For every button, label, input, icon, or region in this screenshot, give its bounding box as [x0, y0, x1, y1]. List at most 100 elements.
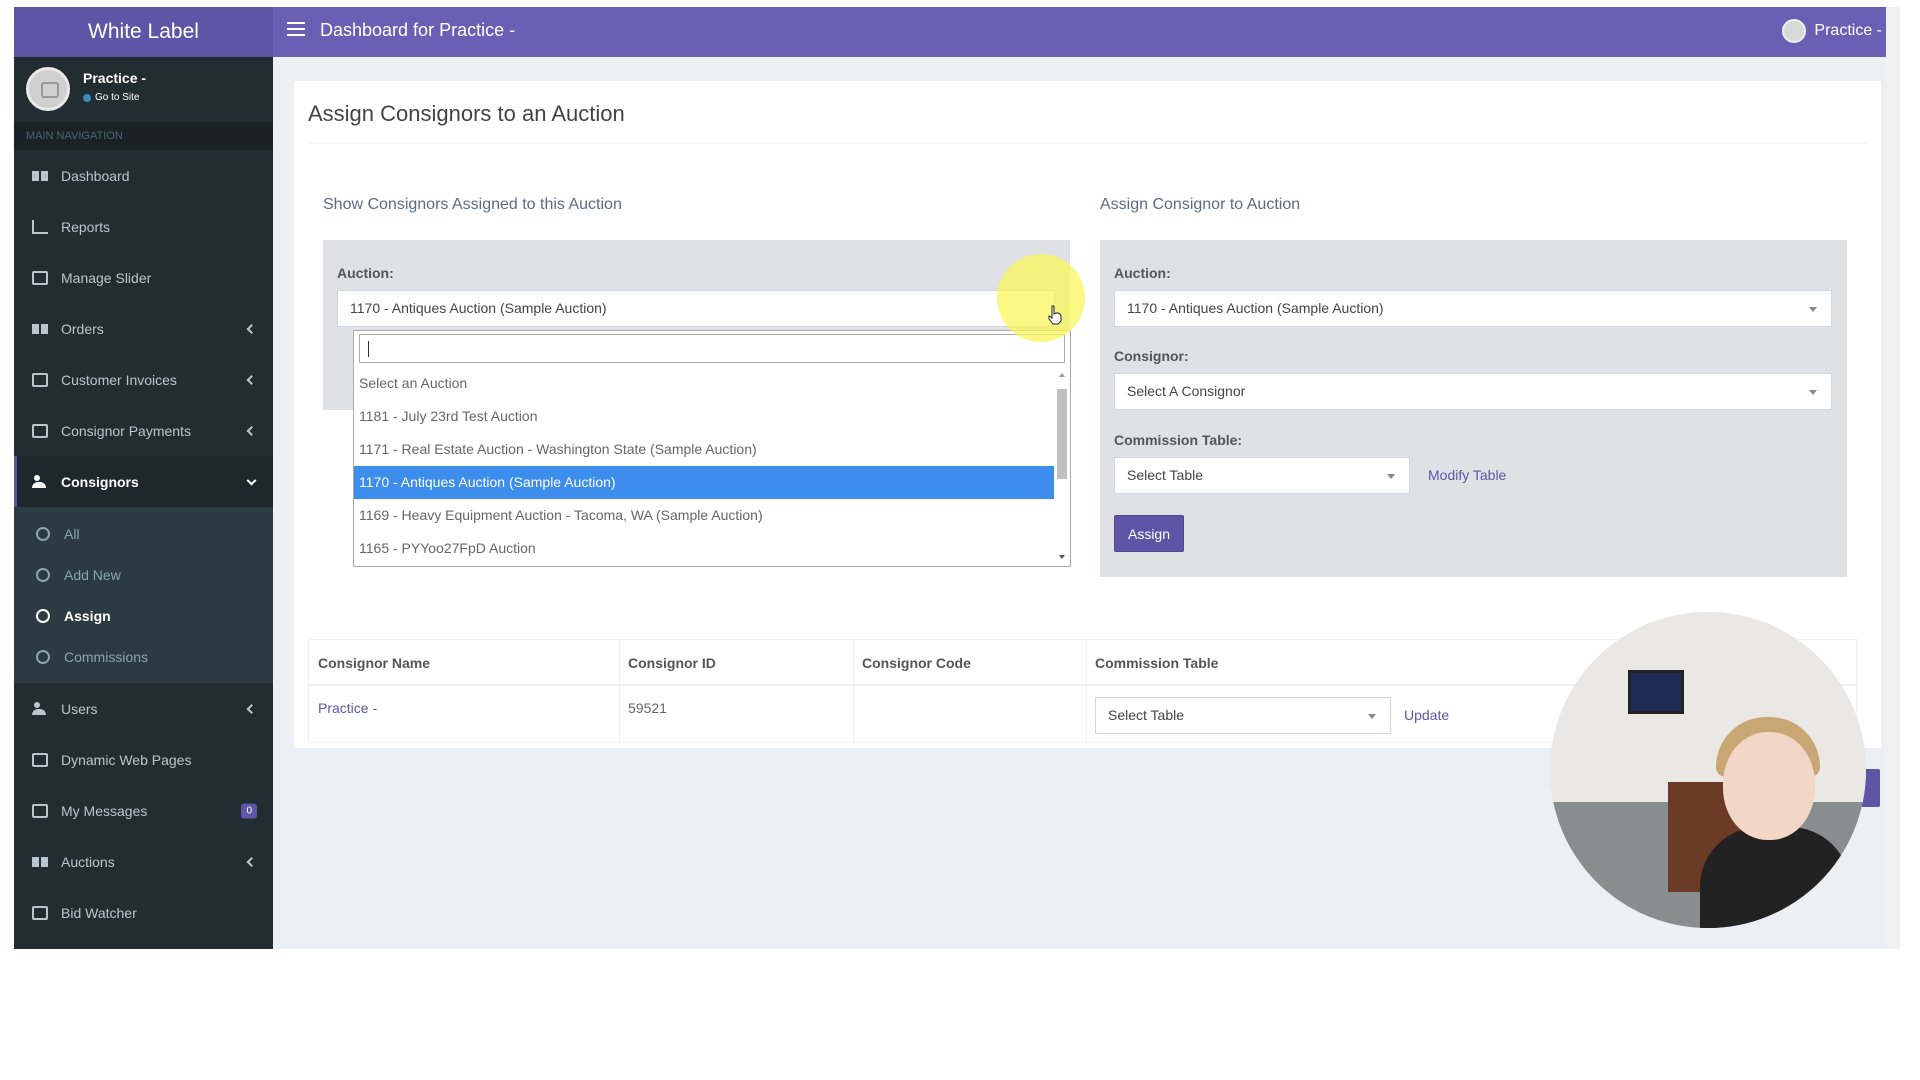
user-avatar-icon: [1782, 19, 1807, 43]
page-title: Assign Consignors to an Auction: [308, 101, 625, 126]
page-header-title: Dashboard for Practice -: [320, 20, 516, 40]
circle-icon: [36, 649, 50, 664]
webcam-wall: [1550, 612, 1866, 802]
sidebar-item-users[interactable]: Users: [14, 683, 273, 734]
sidebar-item-label: Manage Slider: [61, 269, 152, 286]
commission-table-select-value: Select Table: [1127, 467, 1204, 483]
sidebar-item-label: Orders: [61, 320, 104, 337]
user-menu[interactable]: Practice -: [1782, 19, 1882, 43]
right-auction-select[interactable]: 1170 - Antiques Auction (Sample Auction): [1114, 290, 1832, 327]
modify-table-link[interactable]: Modify Table: [1428, 467, 1506, 483]
dropdown-option[interactable]: 1181 - July 23rd Test Auction: [354, 400, 1054, 433]
brand-logo[interactable]: White Label: [14, 7, 273, 57]
bar-chart-icon: [32, 219, 48, 234]
sidebar-item-dynamic-web-pages[interactable]: Dynamic Web Pages: [14, 734, 273, 785]
dropdown-option-selected[interactable]: 1170 - Antiques Auction (Sample Auction): [354, 466, 1054, 499]
right-section-title: Assign Consignor to Auction: [1100, 196, 1301, 213]
scroll-up-icon[interactable]: [1059, 373, 1065, 377]
right-auction-label: Auction:: [1114, 265, 1171, 281]
submenu-item-assign[interactable]: Assign: [14, 595, 273, 636]
assign-button[interactable]: Assign: [1114, 515, 1184, 552]
chevron-left-icon: [246, 374, 257, 385]
sidebar-item-auctions[interactable]: Auctions: [14, 836, 273, 887]
menu-toggle-icon[interactable]: [287, 22, 305, 42]
row-commission-select-value: Select Table: [1108, 707, 1185, 723]
left-auction-select[interactable]: 1170 - Antiques Auction (Sample Auction): [337, 290, 1055, 327]
scroll-down-icon[interactable]: [1059, 555, 1065, 559]
user-menu-label: Practice -: [1814, 22, 1882, 39]
sidebar-item-label: My Messages: [61, 802, 148, 819]
sidebar-item-customer-invoices[interactable]: Customer Invoices: [14, 354, 273, 405]
invoice-icon: [32, 372, 48, 387]
commission-table-select[interactable]: Select Table: [1114, 457, 1410, 494]
sidebar-item-my-messages[interactable]: My Messages 0: [14, 785, 273, 836]
header-consignor-id[interactable]: Consignor ID: [619, 640, 853, 686]
dropdown-option[interactable]: 1171 - Real Estate Auction - Washington …: [354, 433, 1054, 466]
left-auction-select-value: 1170 - Antiques Auction (Sample Auction): [350, 300, 607, 316]
text-cursor: [368, 341, 369, 357]
circle-icon: [36, 526, 50, 541]
sidebar-item-label: Dashboard: [61, 167, 130, 184]
sidebar-user-name: Practice -: [83, 70, 147, 86]
chevron-left-icon: [246, 323, 257, 334]
sidebar-item-reports[interactable]: Reports: [14, 201, 273, 252]
scroll-thumb[interactable]: [1057, 389, 1067, 479]
sidebar-item-consignor-payments[interactable]: Consignor Payments: [14, 405, 273, 456]
hand-pointer-icon: [1048, 305, 1062, 325]
update-link[interactable]: Update: [1404, 707, 1449, 723]
consignors-submenu: All Add New Assign Commissions: [14, 507, 273, 683]
status-dot-icon: [83, 93, 91, 102]
dropdown-option[interactable]: Select an Auction: [354, 367, 1054, 400]
sidebar-item-manage-slider[interactable]: Manage Slider: [14, 252, 273, 303]
sidebar-item-label: Customer Invoices: [61, 371, 177, 388]
dashboard-icon: [32, 170, 48, 181]
sidebar-item-label: Consignors: [61, 473, 139, 490]
header-consignor-name[interactable]: Consignor Name: [309, 640, 619, 686]
users-icon: [32, 701, 48, 716]
header-consignor-code[interactable]: Consignor Code: [853, 640, 1086, 686]
top-navbar: Dashboard for Practice - Practice -: [273, 7, 1900, 57]
page-scrollbar[interactable]: [1886, 7, 1900, 949]
submenu-item-all[interactable]: All: [14, 513, 273, 554]
submenu-item-commissions[interactable]: Commissions: [14, 636, 273, 677]
sidebar-item-dashboard[interactable]: Dashboard: [14, 150, 273, 201]
assign-consignor-panel: Auction: 1170 - Antiques Auction (Sample…: [1100, 240, 1847, 577]
dropdown-search-input[interactable]: [359, 334, 1065, 363]
caret-down-icon: [1368, 714, 1376, 719]
title-divider: [308, 143, 1867, 144]
submenu-item-add-new[interactable]: Add New: [14, 554, 273, 595]
commission-table-label: Commission Table:: [1114, 432, 1243, 448]
caret-down-icon: [1809, 390, 1817, 395]
image-icon: [32, 270, 48, 285]
sidebar: Practice - Go to Site MAIN NAVIGATION Da…: [14, 57, 273, 949]
left-section-title: Show Consignors Assigned to this Auction: [323, 196, 622, 213]
go-to-site-label: Go to Site: [95, 92, 140, 103]
dropdown-option[interactable]: 1169 - Heavy Equipment Auction - Tacoma,…: [354, 499, 1054, 532]
row-commission-select[interactable]: Select Table: [1095, 697, 1391, 734]
circle-icon: [36, 608, 50, 623]
submenu-label: All: [64, 525, 80, 542]
consignor-name-link[interactable]: Practice -: [309, 688, 386, 744]
chevron-left-icon: [246, 425, 257, 436]
auction-dropdown: Select an Auction 1181 - July 23rd Test …: [353, 330, 1071, 567]
consignor-select[interactable]: Select A Consignor: [1114, 373, 1832, 410]
webcam-person-face: [1723, 732, 1815, 840]
dropdown-option[interactable]: 1165 - PYYoo27FpD Auction: [354, 532, 1054, 565]
consignor-label: Consignor:: [1114, 348, 1189, 364]
user-panel: Practice - Go to Site: [14, 57, 273, 122]
submenu-label: Commissions: [64, 648, 149, 665]
left-auction-label: Auction:: [337, 265, 394, 281]
go-to-site-link[interactable]: Go to Site: [83, 92, 139, 103]
sidebar-item-label: Reports: [61, 218, 111, 235]
sidebar-item-bid-watcher[interactable]: Bid Watcher: [14, 887, 273, 938]
users-icon: [32, 474, 48, 489]
webcam-person-body: [1700, 827, 1850, 928]
sidebar-item-label: Consignor Payments: [61, 422, 191, 439]
sidebar-item-orders[interactable]: Orders: [14, 303, 273, 354]
sidebar-item-consignors[interactable]: Consignors: [14, 456, 273, 507]
cursor-highlight: [997, 254, 1085, 342]
sidebar-item-label: Users: [61, 700, 98, 717]
nav-header: MAIN NAVIGATION: [14, 122, 273, 150]
sidebar-item-label: Bid Watcher: [61, 904, 137, 921]
dropdown-scrollbar[interactable]: [1057, 369, 1067, 561]
